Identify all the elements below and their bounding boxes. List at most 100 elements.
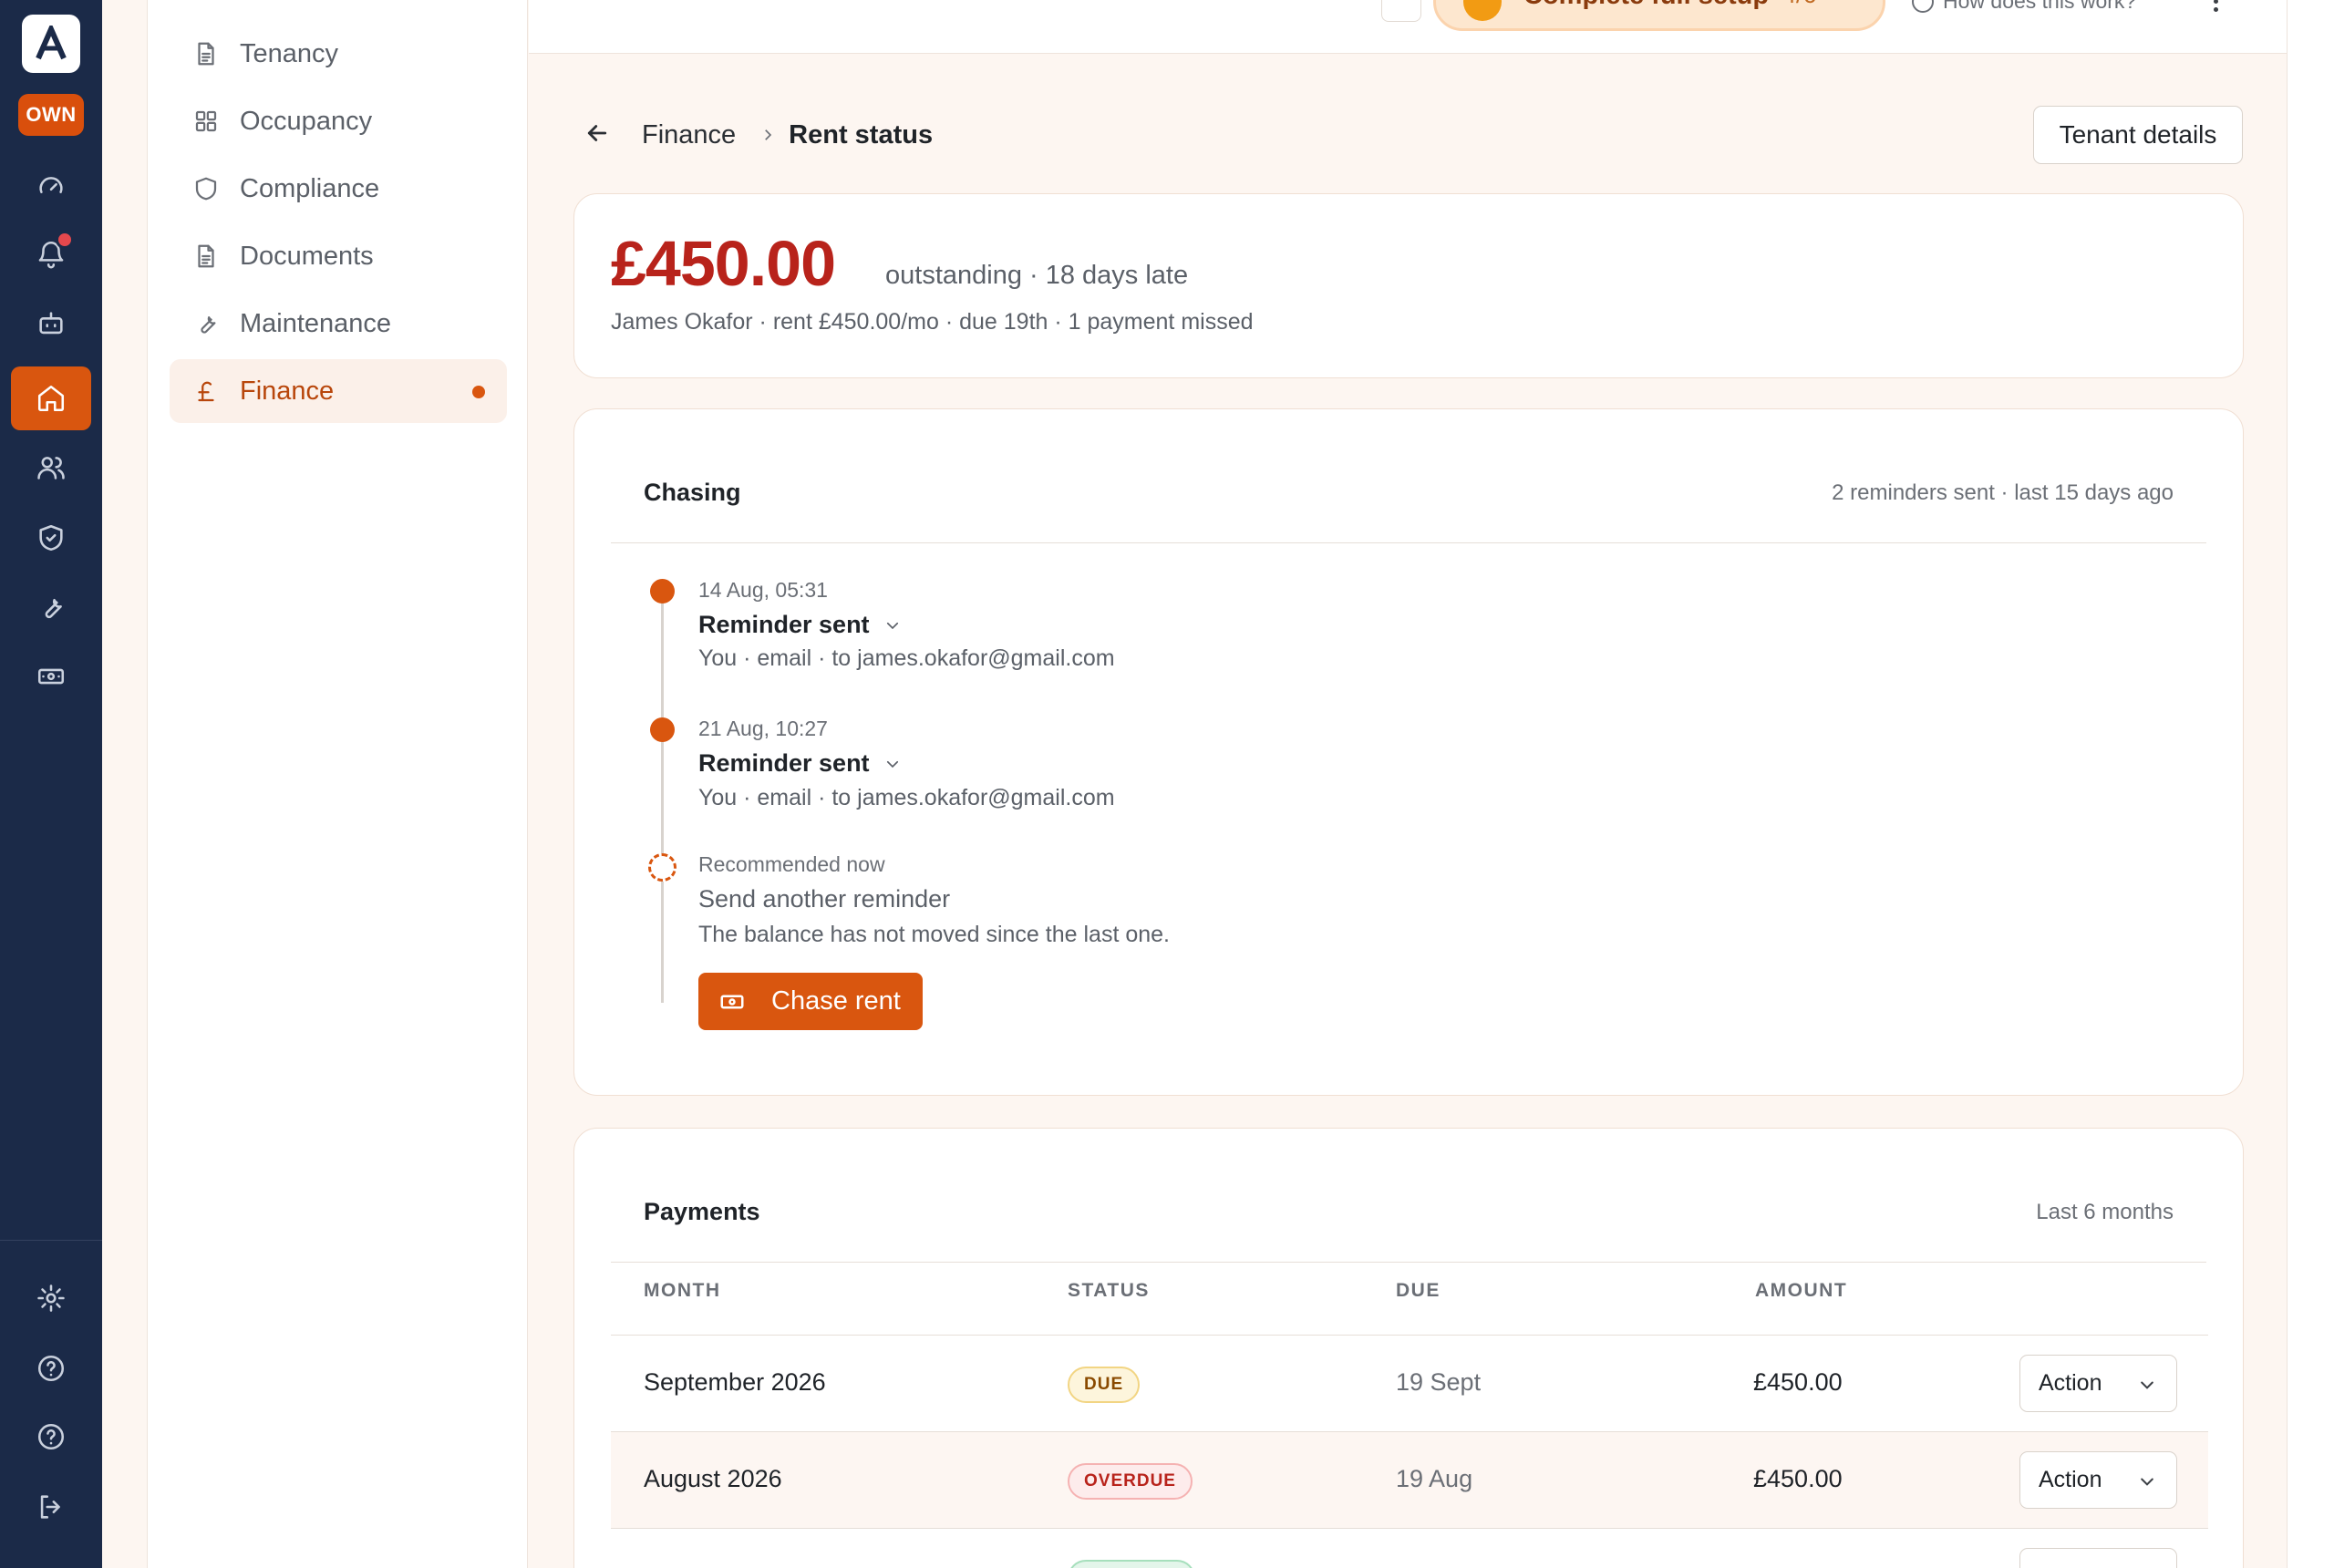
rail-properties-button[interactable]: [11, 366, 91, 430]
page-title: Rent status: [789, 119, 934, 150]
setup-progress-icon: [1463, 0, 1502, 21]
toolbar-button[interactable]: [1381, 0, 1421, 22]
chevron-down-icon: [886, 760, 898, 768]
row-action-dropdown[interactable]: [2019, 1548, 2177, 1568]
top-bar: Complete full setup 4/6 How does this wo…: [529, 0, 2288, 54]
subnav-item-documents[interactable]: Documents: [170, 224, 507, 288]
banknote-icon: [37, 668, 65, 685]
event-detail: You · email · to james.okafor@gmail.com: [698, 785, 1115, 810]
rail-settings-button[interactable]: [11, 1266, 91, 1330]
back-button[interactable]: [584, 119, 611, 151]
breadcrumb-parent[interactable]: Finance: [642, 120, 736, 150]
more-options-icon[interactable]: [2205, 0, 2226, 18]
divider: [611, 542, 2206, 543]
timeline-dot: [650, 717, 675, 742]
document-icon: [198, 42, 214, 66]
mode-badge[interactable]: OWN: [18, 94, 84, 136]
row-due-date: 19 Aug: [1396, 1465, 1473, 1492]
home-icon: [37, 385, 65, 412]
subnav-item-maintenance[interactable]: Maintenance: [170, 292, 507, 356]
right-gutter: [2287, 0, 2334, 1568]
event-title-toggle[interactable]: Reminder sent: [698, 611, 901, 639]
icon-rail: OWN: [0, 0, 102, 1568]
rail-logout-button[interactable]: [11, 1475, 91, 1539]
rail-assistant-button[interactable]: [11, 292, 91, 356]
rail-finance-button[interactable]: [11, 645, 91, 708]
help-link-label: How does this work?: [1943, 0, 2137, 13]
payments-meta: Last 6 months: [2036, 1200, 2174, 1224]
wrench-icon: [45, 598, 62, 619]
shield-check-icon: [39, 524, 63, 552]
subnav-item-label: Compliance: [240, 173, 380, 203]
tenant-details-button[interactable]: Tenant details: [2033, 106, 2243, 164]
column-header-month: MONTH: [644, 1280, 721, 1301]
pound-icon: [198, 381, 214, 402]
breadcrumb: Finance Rent status: [584, 113, 933, 157]
subnav-item-label: Finance: [240, 376, 335, 406]
grid-icon: [195, 110, 217, 132]
help-icon: [37, 1423, 65, 1450]
status-badge: OVERDUE: [1068, 1463, 1193, 1500]
chevron-right-icon: [759, 127, 776, 143]
row-due-date: 19 Sept: [1396, 1368, 1482, 1396]
subnav-item-label: Tenancy: [240, 38, 339, 68]
rail-support-button[interactable]: [11, 1405, 91, 1469]
row-amount: £450.00: [1753, 1465, 1843, 1492]
payments-title: Payments: [644, 1198, 760, 1225]
recommendation-detail: The balance has not moved since the last…: [698, 922, 1170, 947]
chase-rent-button[interactable]: Chase rent: [698, 973, 923, 1030]
row-action-dropdown[interactable]: Action: [2019, 1355, 2177, 1412]
column-header-amount: AMOUNT: [1755, 1280, 1848, 1301]
recommendation-label: Recommended now: [698, 852, 885, 876]
chevron-down-icon: [886, 622, 898, 629]
rent-summary-card: £450.00 outstanding · 18 days late James…: [573, 193, 2244, 378]
bot-icon: [39, 312, 63, 335]
table-row: August 2026 OVERDUE 19 Aug £450.00 Actio…: [611, 1431, 2208, 1528]
row-action-dropdown[interactable]: Action: [2019, 1451, 2177, 1509]
row-amount: £450.00: [1753, 1368, 1843, 1396]
tenancy-meta: James Okafor · rent £450.00/mo · due 19t…: [611, 309, 1254, 335]
event-title-toggle[interactable]: Reminder sent: [698, 749, 901, 778]
arrow-left-icon: [587, 124, 607, 141]
payments-card: Payments Last 6 months MONTH STATUS DUE …: [573, 1128, 2244, 1568]
gear-icon: [37, 1284, 65, 1312]
logout-icon: [40, 1495, 60, 1519]
pending-step-icon: [648, 853, 676, 882]
brand-logo-icon: [36, 26, 67, 60]
subnav-item-compliance[interactable]: Compliance: [170, 157, 507, 221]
status-badge: [1068, 1560, 1195, 1568]
subnav-item-label: Maintenance: [240, 308, 392, 338]
row-month: September 2026: [644, 1368, 826, 1396]
gauge-icon: [39, 177, 63, 193]
subnav-item-tenancy[interactable]: Tenancy: [170, 22, 507, 86]
row-month: August 2026: [644, 1465, 782, 1492]
property-subnav: Tenancy Occupancy Compliance Documents M…: [147, 0, 528, 1568]
help-link[interactable]: How does this work?: [1912, 0, 2136, 14]
event-time: 14 Aug, 05:31: [698, 578, 828, 602]
setup-progress-button[interactable]: Complete full setup 4/6: [1433, 0, 1885, 31]
notification-dot: [56, 231, 74, 249]
rail-maintenance-button[interactable]: [11, 575, 91, 639]
rail-tenants-button[interactable]: [11, 436, 91, 500]
column-header-due: DUE: [1396, 1280, 1441, 1301]
rail-notifications-button[interactable]: [11, 222, 91, 286]
wrench-icon: [201, 316, 216, 334]
column-header-status: STATUS: [1068, 1280, 1150, 1301]
subnav-item-occupancy[interactable]: Occupancy: [170, 89, 507, 153]
rail-dashboard-button[interactable]: [11, 155, 91, 219]
chasing-meta: 2 reminders sent · last 15 days ago: [1832, 480, 2174, 505]
info-icon: [1912, 0, 1934, 13]
app-logo[interactable]: [22, 15, 80, 73]
setup-count: 4/6: [1782, 0, 1817, 9]
table-row: September 2026 DUE 19 Sept £450.00 Actio…: [611, 1335, 2208, 1431]
chasing-card: Chasing 2 reminders sent · last 15 days …: [573, 408, 2244, 1096]
chase-rent-label: Chase rent: [771, 986, 901, 1016]
document-icon: [198, 244, 214, 268]
status-badge: DUE: [1068, 1367, 1141, 1403]
rail-help-button[interactable]: [11, 1336, 91, 1400]
rail-compliance-button[interactable]: [11, 506, 91, 570]
shield-icon: [195, 177, 217, 201]
subnav-item-label: Documents: [240, 241, 374, 271]
event-detail: You · email · to james.okafor@gmail.com: [698, 645, 1115, 671]
subnav-item-finance[interactable]: Finance: [170, 359, 507, 423]
